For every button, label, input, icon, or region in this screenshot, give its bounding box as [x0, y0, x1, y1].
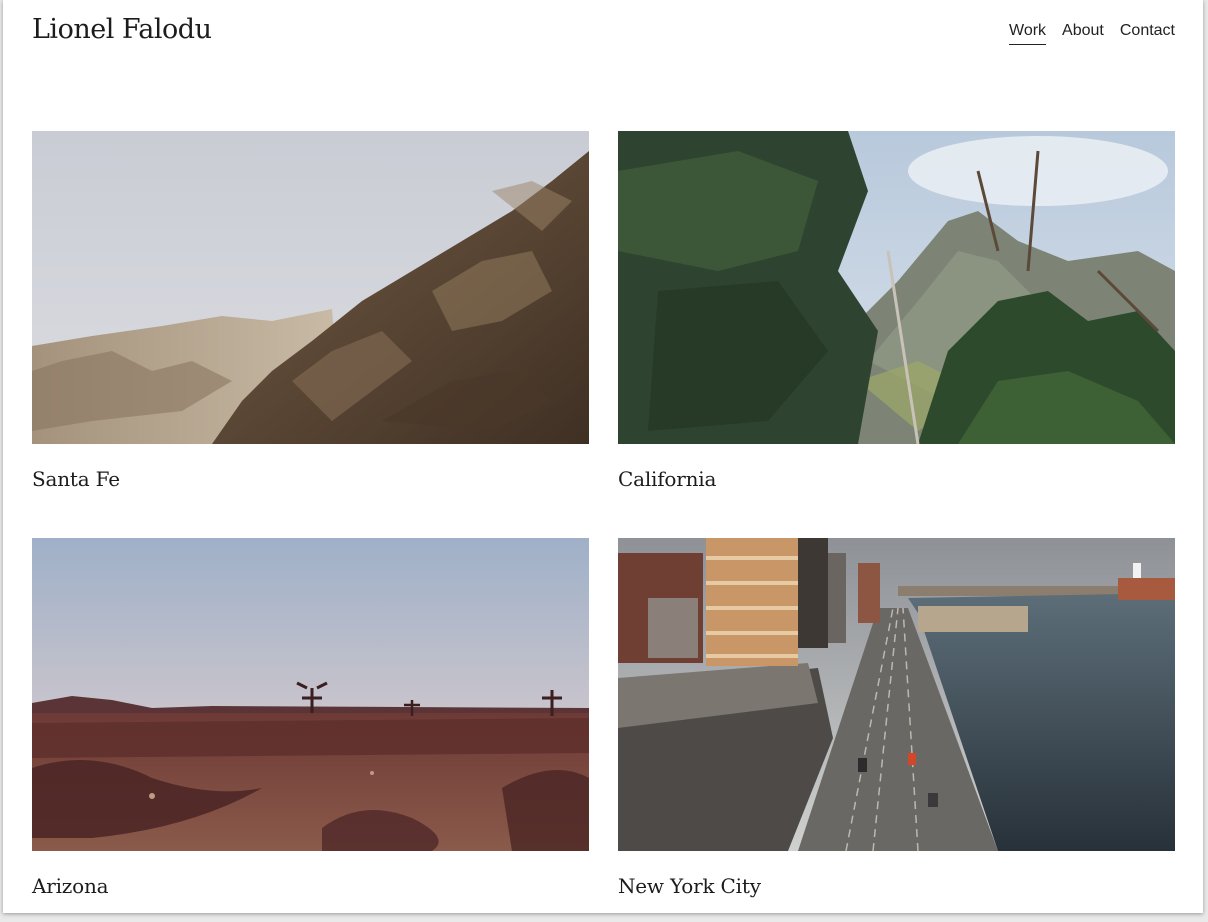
gallery-photo-arizona[interactable] — [32, 538, 589, 851]
page: Lionel Falodu Work About Contact Santa F… — [3, 0, 1203, 913]
gallery-photo-santa-fe[interactable] — [32, 131, 589, 444]
gallery-item-new-york-city[interactable]: New York City — [618, 538, 1175, 898]
gallery-caption[interactable]: Santa Fe — [32, 467, 589, 491]
gallery-caption[interactable]: New York City — [618, 874, 1175, 898]
nav-item-contact[interactable]: Contact — [1120, 22, 1175, 45]
main-nav: Work About Contact — [1009, 22, 1175, 45]
nav-item-work[interactable]: Work — [1009, 22, 1047, 45]
gallery-caption[interactable]: Arizona — [32, 874, 589, 898]
gallery-item-arizona[interactable]: Arizona — [32, 538, 589, 898]
gallery-item-california[interactable]: California — [618, 131, 1175, 491]
gallery-photo-new-york-city[interactable] — [618, 538, 1175, 851]
gallery-photo-california[interactable] — [618, 131, 1175, 444]
gallery-item-santa-fe[interactable]: Santa Fe — [32, 131, 589, 491]
nav-item-about[interactable]: About — [1062, 22, 1104, 45]
gallery-caption[interactable]: California — [618, 467, 1175, 491]
site-title[interactable]: Lionel Falodu — [32, 14, 212, 45]
